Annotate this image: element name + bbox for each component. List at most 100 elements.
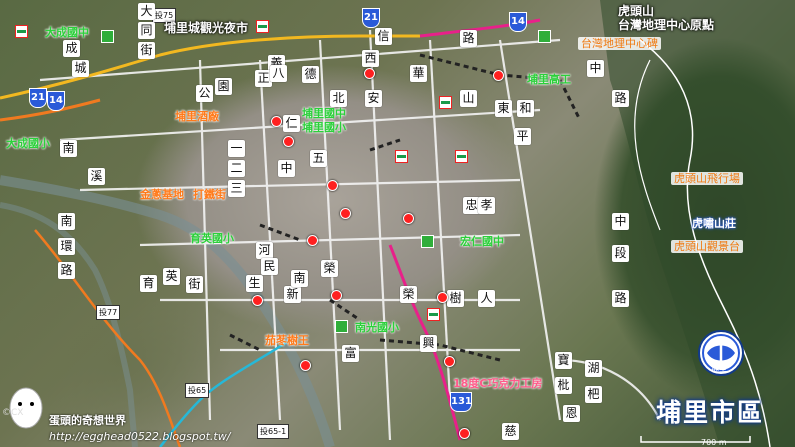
street-char: 西 (362, 50, 379, 67)
street-char: 孝 (478, 197, 495, 214)
street-char: 信 (375, 28, 392, 45)
street-char: 園 (215, 78, 232, 95)
poi-geo-center[interactable]: 台灣地理中心原點 (618, 19, 714, 31)
street-char: 大 (138, 3, 155, 20)
poi-chocolate-workshop[interactable]: 18度C巧克力工房 (453, 378, 542, 389)
poi-nanguang-elem[interactable]: 南光國小 (355, 322, 399, 333)
street-char: 南 (60, 140, 77, 157)
scale-label: 700 m (701, 438, 727, 447)
poi-puli-elem[interactable]: 埔里國小 (302, 122, 346, 133)
poi-jincong-base[interactable]: 金蔥基地 (140, 189, 184, 200)
copyright-mark: ©CX (2, 408, 24, 418)
poi-puli-jr-high[interactable]: 埔里國中 (302, 108, 346, 119)
street-char: 三 (228, 180, 245, 197)
map-base-layer (0, 0, 795, 447)
place-pin[interactable] (340, 208, 351, 219)
place-pin[interactable] (300, 360, 311, 371)
poi-hutou-mountain[interactable]: 虎頭山 (618, 5, 654, 17)
street-char: 五 (310, 150, 327, 167)
street-char: 杷 (585, 386, 602, 403)
street-char: 湖 (585, 360, 602, 377)
place-pin[interactable] (271, 116, 282, 127)
street-char: 榮 (321, 260, 338, 277)
place-pin[interactable] (364, 68, 375, 79)
street-char: 平 (514, 128, 531, 145)
place-pin[interactable] (307, 235, 318, 246)
street-char: 人 (478, 290, 495, 307)
street-char: 樹 (447, 290, 464, 307)
school-icon (335, 320, 348, 333)
poi-brewery[interactable]: 埔里酒廠 (175, 111, 219, 122)
poi-puli-highschool[interactable]: 埔里高工 (527, 74, 571, 85)
street-char: 環 (58, 238, 75, 255)
highway-shield-21: 21 (29, 88, 47, 108)
watermark-name: 蛋頭的奇想世界 (49, 414, 126, 427)
poi-geo-monument[interactable]: 台灣地理中心碑 (578, 37, 661, 50)
place-pin[interactable] (459, 428, 470, 439)
street-char: 東 (495, 100, 512, 117)
street-char: 中 (278, 160, 295, 177)
place-pin[interactable] (331, 290, 342, 301)
street-char: 和 (517, 100, 534, 117)
poi-night-market[interactable]: 埔里城觀光夜市 (164, 22, 248, 34)
poi-flying-field[interactable]: 虎頭山飛行場 (671, 172, 743, 185)
street-char: 新 (284, 286, 301, 303)
place-pin[interactable] (444, 356, 455, 367)
poi-dacheng-elem[interactable]: 大成國小 (6, 138, 50, 149)
map-canvas[interactable]: 21 14 21 14 131 投75 投77 投65 投65-1 大 同 街 … (0, 0, 795, 447)
street-char: 恩 (563, 405, 580, 422)
place-pin[interactable] (493, 70, 504, 81)
place-pin[interactable] (403, 213, 414, 224)
street-char: 中 (587, 60, 604, 77)
street-char: 溪 (88, 168, 105, 185)
street-char: 生 (246, 275, 263, 292)
convenience-store-icon (395, 150, 408, 163)
convenience-store-icon (256, 20, 269, 33)
poi-hongren-jr-high[interactable]: 宏仁國中 (460, 236, 504, 247)
street-char: 北 (330, 90, 347, 107)
street-char: 枇 (555, 377, 572, 394)
street-char: 南 (58, 213, 75, 230)
poi-tree-king[interactable]: 茄苳樹王 (265, 335, 309, 346)
poi-dacheng-jr-high[interactable]: 大成國中 (45, 27, 89, 38)
township-road-t77: 投77 (96, 305, 121, 320)
street-char: 成 (63, 40, 80, 57)
street-char: 富 (342, 345, 359, 362)
township-road-t65: 投65 (185, 383, 210, 398)
place-pin[interactable] (252, 295, 263, 306)
street-char: 路 (612, 90, 629, 107)
street-char: 華 (410, 65, 427, 82)
street-char: 德 (302, 66, 319, 83)
poi-observatory[interactable]: 虎頭山觀景台 (671, 240, 743, 253)
street-char: 民 (261, 258, 278, 275)
scale-bar (640, 436, 751, 443)
street-char: 中 (612, 213, 629, 230)
place-pin[interactable] (327, 180, 338, 191)
street-char: 同 (138, 22, 155, 39)
street-char: 南 (291, 270, 308, 287)
street-char: 慈 (502, 423, 519, 440)
poi-yuying-elem[interactable]: 育英國小 (190, 233, 234, 244)
school-icon (538, 30, 551, 43)
street-char: 路 (612, 290, 629, 307)
map-title: 埔里市區 (656, 398, 765, 427)
township-road-t65-1: 投65-1 (257, 424, 290, 439)
poi-hutou-villa[interactable]: 虎嘯山莊 (692, 218, 736, 229)
egghead-mascot-icon (9, 387, 43, 429)
poi-datie-street[interactable]: 打鐵街 (193, 189, 226, 200)
convenience-store-icon (439, 96, 452, 109)
highway-shield-14: 14 (47, 91, 65, 111)
street-char: 興 (420, 335, 437, 352)
city-logo-text: 埔里 (711, 364, 727, 373)
place-pin[interactable] (283, 136, 294, 147)
street-char: 路 (58, 262, 75, 279)
watermark-url[interactable]: http://egghead0522.blogspot.tw/ (49, 430, 230, 443)
street-char: 二 (228, 160, 245, 177)
street-char: 寶 (555, 352, 572, 369)
street-char: 仁 (283, 115, 300, 132)
highway-shield-131: 131 (450, 392, 472, 412)
street-char: 街 (186, 276, 203, 293)
place-pin[interactable] (437, 292, 448, 303)
street-char: 街 (138, 42, 155, 59)
street-char: 八 (270, 65, 287, 82)
